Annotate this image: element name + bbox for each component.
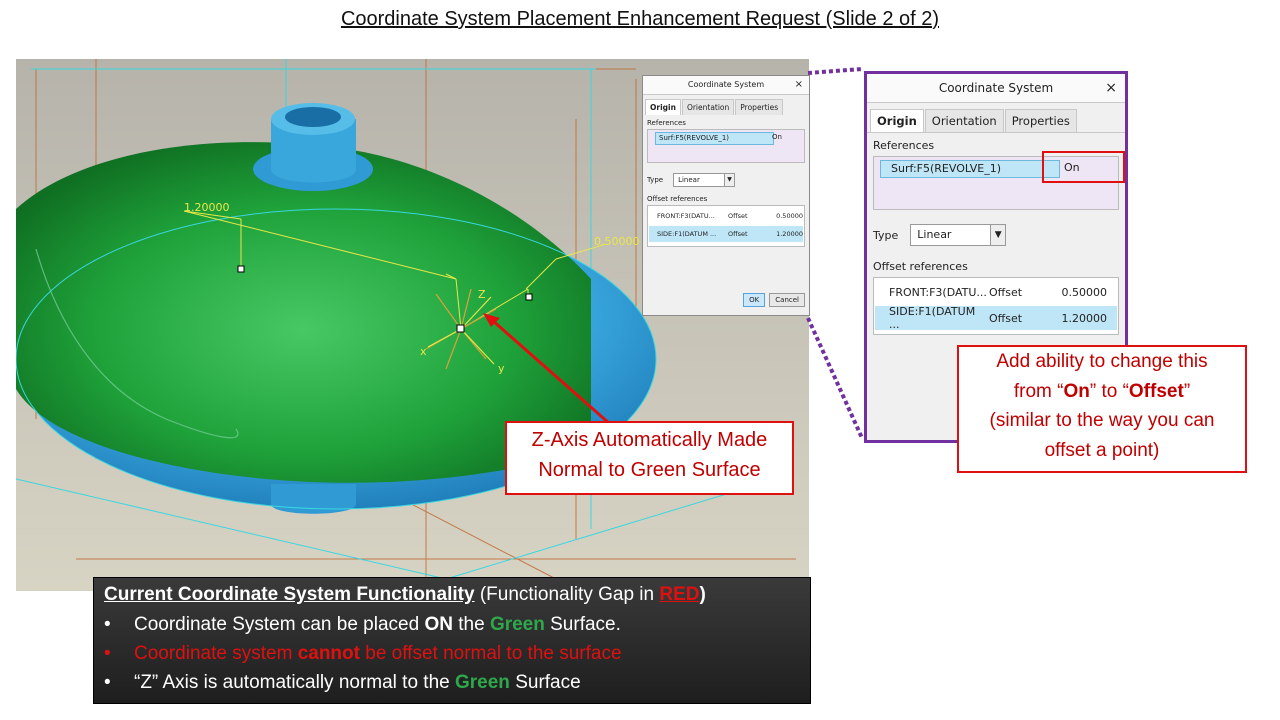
references-list[interactable]: Surf:F5(REVOLVE_1) On bbox=[647, 129, 805, 163]
offset-row[interactable]: FRONT:F3(DATU... Offset 0.50000 bbox=[875, 280, 1117, 304]
summary-bullet-1: • Coordinate System can be placed ON the … bbox=[104, 614, 621, 635]
type-dropdown[interactable]: Linear ▼ bbox=[910, 224, 1007, 246]
tab-properties[interactable]: Properties bbox=[1004, 109, 1077, 132]
offset-row[interactable]: FRONT:F3(DATU... Offset 0.50000 bbox=[649, 208, 803, 224]
enhancement-callout: Add ability to change this from “On” to … bbox=[957, 345, 1247, 473]
tab-origin[interactable]: Origin bbox=[870, 109, 924, 132]
coordinate-system-dialog-small: Coordinate System × Origin Orientation P… bbox=[642, 75, 810, 316]
on-highlight-box bbox=[1042, 151, 1125, 183]
offset-references-label: Offset references bbox=[873, 260, 968, 273]
tab-orientation[interactable]: Orientation bbox=[924, 109, 1004, 132]
offset-references-label: Offset references bbox=[647, 195, 708, 203]
ok-button[interactable]: OK bbox=[743, 293, 766, 307]
dialog-title: Coordinate System bbox=[687, 80, 765, 89]
type-dropdown[interactable]: Linear ▼ bbox=[673, 173, 736, 187]
chevron-down-icon[interactable]: ▼ bbox=[990, 225, 1006, 245]
close-icon[interactable]: × bbox=[795, 76, 803, 94]
type-label: Type bbox=[647, 176, 664, 184]
offset-row[interactable]: SIDE:F1(DATUM ... Offset 1.20000 bbox=[649, 226, 803, 242]
tab-properties[interactable]: Properties bbox=[735, 99, 784, 115]
type-label: Type bbox=[873, 228, 899, 242]
chevron-down-icon[interactable]: ▼ bbox=[724, 174, 735, 186]
references-label: References bbox=[647, 119, 686, 127]
dialog-title-bar: Coordinate System × bbox=[643, 76, 809, 95]
summary-bullet-3: • “Z” Axis is automatically normal to the… bbox=[104, 672, 581, 693]
z-axis-callout: Z-Axis Automatically Made Normal to Gree… bbox=[505, 421, 794, 495]
tab-origin[interactable]: Origin bbox=[645, 99, 681, 115]
functionality-summary: Current Coordinate System Functionality … bbox=[93, 577, 811, 704]
reference-constraint[interactable]: On bbox=[772, 132, 782, 143]
offset-references-list[interactable]: FRONT:F3(DATU... Offset 0.50000 SIDE:F1(… bbox=[647, 205, 805, 247]
offset-row[interactable]: SIDE:F1(DATUM ... Offset 1.20000 bbox=[875, 305, 1117, 331]
reference-item[interactable]: Surf:F5(REVOLVE_1) bbox=[655, 132, 774, 145]
close-icon[interactable]: × bbox=[1105, 74, 1117, 102]
reference-item[interactable]: Surf:F5(REVOLVE_1) bbox=[880, 160, 1060, 178]
tab-orientation[interactable]: Orientation bbox=[681, 99, 735, 115]
dialog-title: Coordinate System bbox=[938, 81, 1054, 95]
summary-bullet-2: • Coordinate system cannot be offset norm… bbox=[104, 643, 622, 664]
offset-references-list[interactable]: FRONT:F3(DATU... Offset 0.50000 SIDE:F1(… bbox=[873, 277, 1119, 335]
summary-heading: Current Coordinate System Functionality … bbox=[104, 584, 706, 605]
dialog-title-bar: Coordinate System × bbox=[867, 74, 1125, 103]
cancel-button[interactable]: Cancel bbox=[769, 293, 805, 307]
